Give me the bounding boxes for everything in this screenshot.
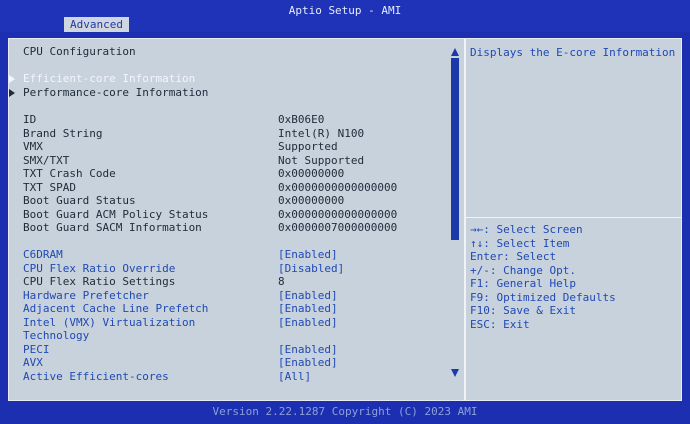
info-value: 0x0000000000000000 <box>278 180 398 194</box>
setting-label: CPU Flex Ratio Settings <box>23 275 176 288</box>
info-value: 0x00000000 <box>278 167 345 180</box>
setting-value: [Enabled] <box>278 315 338 329</box>
main-panel: CPU Configuration Efficient-core Informa… <box>8 38 682 401</box>
panel-divider <box>464 39 466 400</box>
scroll-thumb[interactable] <box>451 58 459 240</box>
scroll-down-arrow-icon[interactable] <box>451 369 459 377</box>
key-hint: F10: Save & Exit <box>470 304 576 317</box>
info-label: SMX/TXT <box>23 153 70 167</box>
setting-value: [All] <box>278 369 312 383</box>
setting-label: Hardware Prefetcher <box>23 288 149 302</box>
key-hint: ESC: Exit <box>470 317 530 331</box>
setting-value: [Disabled] <box>278 261 345 275</box>
submenu-label: Performance-core Information <box>23 86 209 99</box>
setting-label: CPU Flex Ratio Override <box>23 261 176 275</box>
setting-label: Adjacent Cache Line Prefetch <box>23 302 209 315</box>
bios-screen: Aptio Setup - AMI Advanced CPU Configura… <box>0 0 690 424</box>
info-value: 0x00000000 <box>278 194 345 207</box>
key-legend: →←: Select Screen ↑↓: Select Item Enter:… <box>470 223 616 331</box>
setting-label: Intel (VMX) Virtualization <box>23 315 196 329</box>
triangle-right-icon <box>9 75 15 83</box>
submenu-label: Efficient-core Information <box>23 72 196 85</box>
setting-label: Technology <box>23 329 90 342</box>
info-value: 0x0000000000000000 <box>278 207 398 221</box>
info-label: Brand String <box>23 126 103 140</box>
info-value: Intel(R) N100 <box>278 126 365 140</box>
info-value: 0xB06E0 <box>278 113 325 126</box>
info-label: Boot Guard ACM Policy Status <box>23 207 209 221</box>
help-divider <box>466 217 681 218</box>
help-text: Displays the E-core Information <box>470 46 676 59</box>
scrollbar[interactable] <box>447 39 463 400</box>
info-value: Supported <box>278 140 338 153</box>
setting-value: [Enabled] <box>278 288 338 302</box>
info-label: TXT SPAD <box>23 180 76 194</box>
setting-label: AVX <box>23 356 43 369</box>
setting-value: [Enabled] <box>278 356 338 369</box>
info-label: TXT Crash Code <box>23 167 116 180</box>
key-hint: F1: General Help <box>470 277 576 290</box>
info-label: VMX <box>23 140 43 153</box>
version-footer: Version 2.22.1287 Copyright (C) 2023 AMI <box>212 405 478 418</box>
setting-label: C6DRAM <box>23 248 63 261</box>
settings-list: CPU Configuration Efficient-core Informa… <box>9 39 446 400</box>
info-label: Boot Guard SACM Information <box>23 221 202 234</box>
info-label: Boot Guard Status <box>23 194 136 207</box>
setting-value: [Enabled] <box>278 302 338 315</box>
setting-label: PECI <box>23 342 50 356</box>
section-title: CPU Configuration <box>23 45 136 58</box>
tab-advanced[interactable]: Advanced <box>64 17 129 32</box>
info-label: ID <box>23 113 37 126</box>
key-hint: ↑↓: Select Item <box>470 236 570 250</box>
info-value: Not Supported <box>278 153 365 167</box>
setting-value: [Enabled] <box>278 342 338 356</box>
key-hint: →←: Select Screen <box>470 223 583 236</box>
key-hint: F9: Optimized Defaults <box>470 290 616 304</box>
setting-label: Active Efficient-cores <box>23 369 169 383</box>
title-bar: Aptio Setup - AMI Advanced <box>0 0 690 32</box>
scroll-up-arrow-icon[interactable] <box>451 48 459 56</box>
key-hint: Enter: Select <box>470 250 557 263</box>
key-hint: +/-: Change Opt. <box>470 263 576 277</box>
setting-value: [Enabled] <box>278 248 338 261</box>
info-value: 0x0000007000000000 <box>278 221 398 234</box>
window-title: Aptio Setup - AMI <box>288 4 402 17</box>
setting-value: 8 <box>278 275 285 288</box>
triangle-right-icon <box>9 89 15 97</box>
